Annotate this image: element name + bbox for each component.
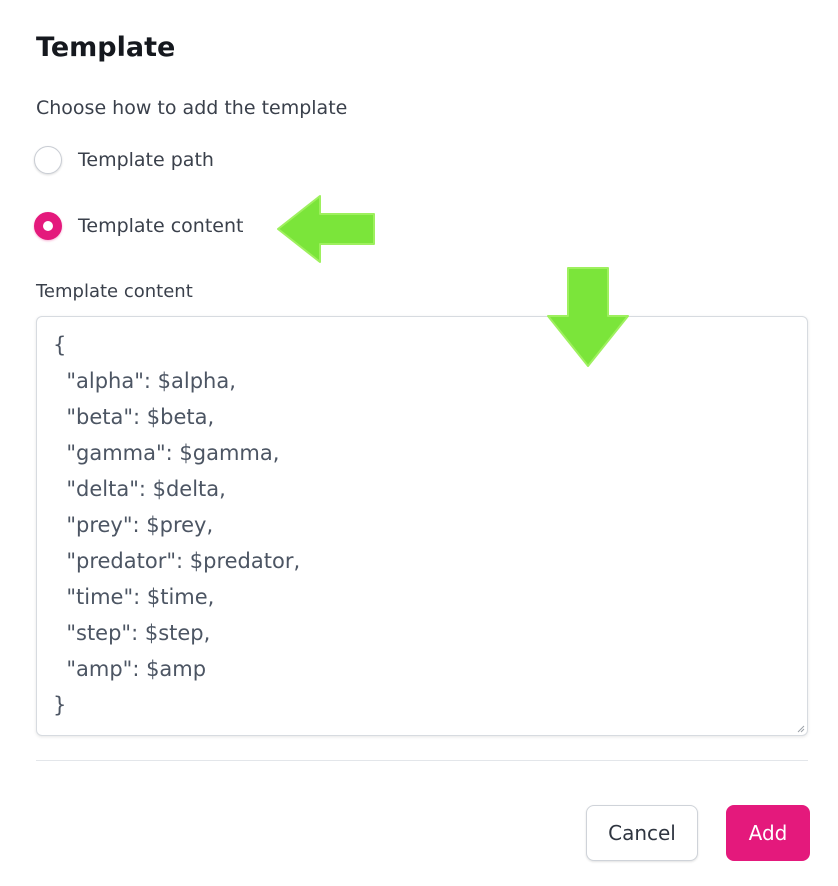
dialog-title: Template: [36, 32, 176, 63]
radio-template-content[interactable]: [34, 212, 62, 240]
code-line: "predator": $predator,: [53, 549, 301, 573]
radio-label-template-content: Template content: [78, 215, 244, 237]
green-arrow-left-icon: [277, 195, 375, 263]
radio-selected-dot: [43, 221, 53, 231]
template-code: { "alpha": $alpha, "beta": $beta, "gamma…: [53, 327, 300, 723]
radio-label-template-path: Template path: [78, 149, 214, 171]
code-line: "alpha": $alpha,: [53, 369, 236, 393]
cancel-button[interactable]: Cancel: [586, 805, 698, 861]
green-arrow-down-icon: [547, 267, 629, 367]
radio-template-path[interactable]: [34, 146, 62, 174]
add-button[interactable]: Add: [726, 805, 810, 861]
radio-option-template-content[interactable]: Template content: [34, 212, 243, 240]
template-content-label: Template content: [36, 281, 193, 302]
dialog-subtitle: Choose how to add the template: [36, 97, 348, 119]
footer-divider: [36, 760, 808, 761]
code-line: "delta": $delta,: [53, 477, 226, 501]
code-line: }: [53, 693, 67, 717]
code-line: "prey": $prey,: [53, 513, 214, 537]
code-line: "gamma": $gamma,: [53, 441, 280, 465]
code-line: "time": $time,: [53, 585, 215, 609]
template-content-textarea[interactable]: { "alpha": $alpha, "beta": $beta, "gamma…: [36, 316, 808, 736]
resize-handle-icon[interactable]: [797, 725, 805, 733]
code-line: {: [53, 333, 67, 357]
code-line: "beta": $beta,: [53, 405, 215, 429]
code-line: "amp": $amp: [53, 657, 207, 681]
code-line: "step": $step,: [53, 621, 211, 645]
radio-option-template-path[interactable]: Template path: [34, 146, 214, 174]
